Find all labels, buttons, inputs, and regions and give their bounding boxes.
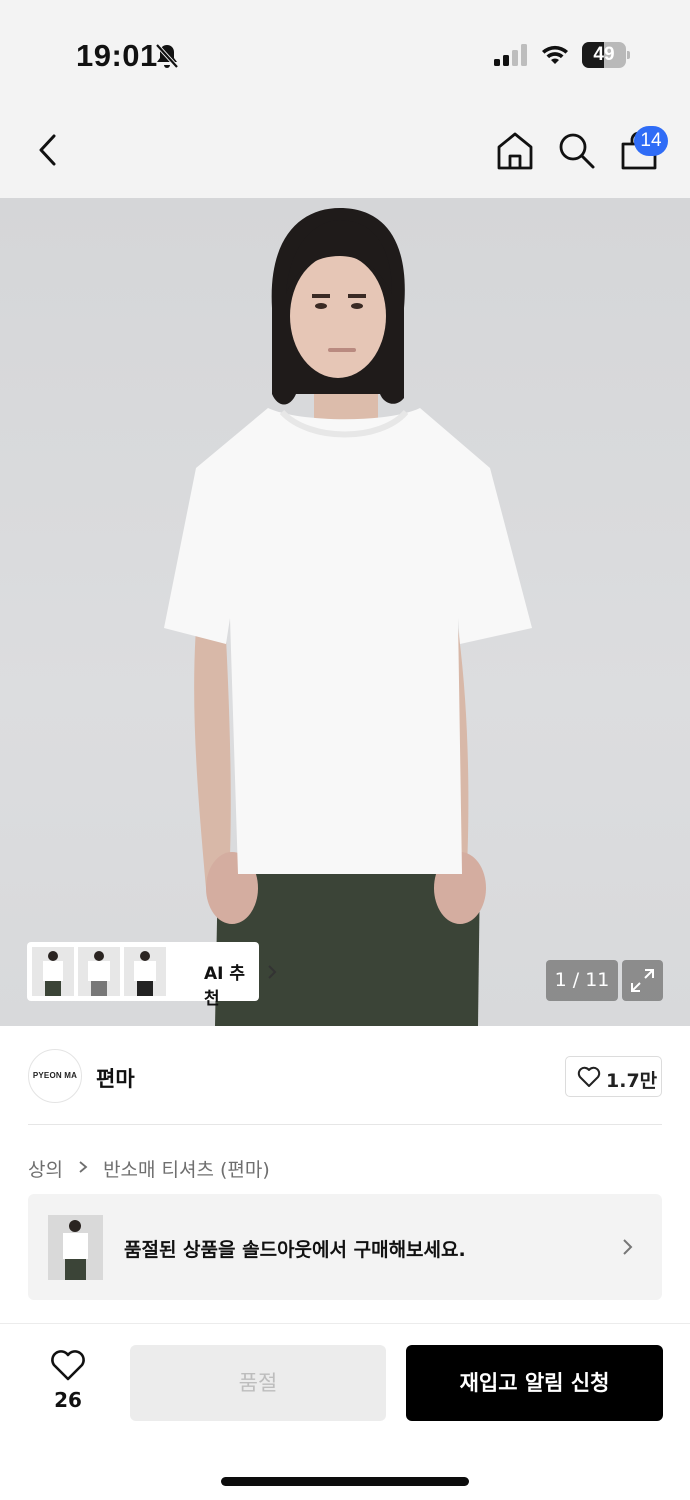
ai-recommendation[interactable]: AI 추천 bbox=[27, 942, 277, 1009]
status-bar: 19:01 49 bbox=[0, 0, 690, 100]
brand-like-count: 1.7만 bbox=[606, 1070, 658, 1092]
brand-like-button[interactable]: 1.7만 bbox=[565, 1056, 662, 1097]
wifi-icon bbox=[542, 45, 568, 64]
battery-icon: 49 bbox=[582, 42, 630, 68]
nav-bar: 14 bbox=[0, 100, 690, 198]
expand-button[interactable] bbox=[622, 960, 663, 1001]
search-icon[interactable] bbox=[556, 131, 596, 171]
ai-recommend-label: AI 추천 bbox=[204, 964, 246, 1009]
home-icon[interactable] bbox=[494, 130, 536, 172]
soldout-banner[interactable]: 품절된 상품을 솔드아웃에서 구매해보세요. bbox=[28, 1194, 662, 1300]
chevron-right-icon bbox=[623, 1239, 633, 1255]
soldout-thumbnail bbox=[48, 1215, 103, 1280]
ai-thumbnail bbox=[32, 947, 74, 996]
chevron-right-icon bbox=[268, 965, 277, 979]
image-counter: 1 / 11 bbox=[546, 960, 618, 1001]
heart-icon[interactable] bbox=[50, 1349, 86, 1382]
breadcrumb-category[interactable]: 상의 bbox=[28, 1155, 63, 1182]
expand-icon bbox=[631, 969, 654, 992]
home-indicator bbox=[221, 1477, 469, 1486]
breadcrumb-subcategory[interactable]: 반소매 티셔츠 (편마) bbox=[103, 1155, 270, 1182]
chevron-right-icon bbox=[79, 1161, 88, 1173]
soldout-banner-text: 품절된 상품을 솔드아웃에서 구매해보세요. bbox=[124, 1239, 466, 1261]
breadcrumb: 상의 반소매 티셔츠 (편마) bbox=[28, 1155, 270, 1181]
product-image[interactable] bbox=[0, 198, 690, 1026]
bottom-divider bbox=[0, 1323, 690, 1324]
battery-level: 49 bbox=[593, 44, 615, 65]
ai-thumbnail bbox=[124, 947, 166, 996]
cart-count-badge: 14 bbox=[634, 126, 668, 156]
soldout-button[interactable]: 품절 bbox=[130, 1345, 386, 1421]
back-icon[interactable] bbox=[30, 130, 66, 170]
divider bbox=[28, 1124, 662, 1125]
wish-count: 26 bbox=[54, 1388, 82, 1412]
restock-alert-button[interactable]: 재입고 알림 신청 bbox=[406, 1345, 663, 1421]
brand-name[interactable]: 편마 bbox=[96, 1063, 135, 1093]
brand-logo[interactable]: PYEON MA bbox=[28, 1049, 82, 1103]
heart-icon bbox=[577, 1066, 601, 1087]
ai-thumbnail bbox=[78, 947, 120, 996]
product-photo bbox=[164, 208, 532, 1026]
signal-icon bbox=[494, 44, 527, 66]
bell-slash-icon bbox=[155, 43, 179, 69]
status-time: 19:01 bbox=[76, 38, 158, 73]
